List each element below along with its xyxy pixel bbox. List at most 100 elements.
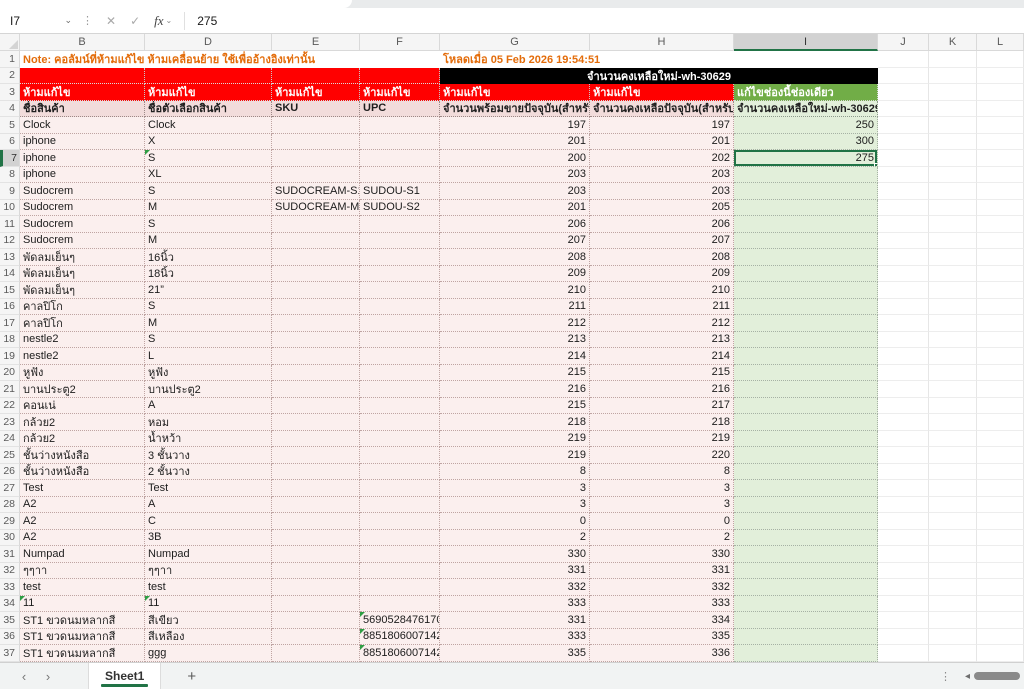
cell-G22[interactable]: 215 — [440, 398, 590, 415]
cell-H8[interactable]: 203 — [590, 167, 734, 184]
cell-H26[interactable]: 8 — [590, 464, 734, 481]
cell-J26[interactable] — [878, 464, 929, 481]
cell-L11[interactable] — [977, 216, 1024, 233]
cell-D33[interactable]: test — [145, 579, 272, 596]
row-header-17[interactable]: 17 — [0, 315, 20, 332]
row-header-32[interactable]: 32 — [0, 563, 20, 580]
cell-B2[interactable] — [20, 68, 145, 85]
cell-L1[interactable] — [977, 51, 1024, 68]
cell-I6[interactable]: 300 — [734, 134, 878, 151]
cell-G35[interactable]: 331 — [440, 612, 590, 629]
cell-B20[interactable]: หูฟัง — [20, 365, 145, 382]
cell-K30[interactable] — [929, 530, 977, 547]
cell-G33[interactable]: 332 — [440, 579, 590, 596]
cell-K26[interactable] — [929, 464, 977, 481]
cell-J22[interactable] — [878, 398, 929, 415]
cell-L21[interactable] — [977, 381, 1024, 398]
cell-I14[interactable] — [734, 266, 878, 283]
cell-E23[interactable] — [272, 414, 360, 431]
cell-B18[interactable]: nestle2 — [20, 332, 145, 349]
cell-L36[interactable] — [977, 629, 1024, 646]
cell-K16[interactable] — [929, 299, 977, 316]
cell-G10[interactable]: 201 — [440, 200, 590, 217]
cell-F14[interactable] — [360, 266, 440, 283]
cell-G26[interactable]: 8 — [440, 464, 590, 481]
cell-D6[interactable]: X — [145, 134, 272, 151]
cell-B32[interactable]: ๆๆาา — [20, 563, 145, 580]
cell-D17[interactable]: M — [145, 315, 272, 332]
cell-G28[interactable]: 3 — [440, 497, 590, 514]
cell-F36[interactable]: 8851806007142 — [360, 629, 440, 646]
cell-J37[interactable] — [878, 645, 929, 662]
sheet-nav-right-icon[interactable]: › — [36, 669, 60, 684]
cell-B30[interactable]: A2 — [20, 530, 145, 547]
row-header-15[interactable]: 15 — [0, 282, 20, 299]
cell-J34[interactable] — [878, 596, 929, 613]
cell-G11[interactable]: 206 — [440, 216, 590, 233]
row-header-35[interactable]: 35 — [0, 612, 20, 629]
cell-L2[interactable] — [977, 68, 1024, 85]
cell-D3[interactable]: ห้ามแก้ไข — [145, 84, 272, 101]
cell-G14[interactable]: 209 — [440, 266, 590, 283]
cell-G6[interactable]: 201 — [440, 134, 590, 151]
cell-H35[interactable]: 334 — [590, 612, 734, 629]
cell-L13[interactable] — [977, 249, 1024, 266]
cell-B15[interactable]: พัดลมเย็นๆ — [20, 282, 145, 299]
cell-L23[interactable] — [977, 414, 1024, 431]
cell-E34[interactable] — [272, 596, 360, 613]
cell-F13[interactable] — [360, 249, 440, 266]
cell-H32[interactable]: 331 — [590, 563, 734, 580]
row-header-36[interactable]: 36 — [0, 629, 20, 646]
cell-H33[interactable]: 332 — [590, 579, 734, 596]
cell-D21[interactable]: บานประตู2 — [145, 381, 272, 398]
row-header-24[interactable]: 24 — [0, 431, 20, 448]
cell-I16[interactable] — [734, 299, 878, 316]
cell-E19[interactable] — [272, 348, 360, 365]
cell-E15[interactable] — [272, 282, 360, 299]
cell-H15[interactable]: 210 — [590, 282, 734, 299]
cell-K37[interactable] — [929, 645, 977, 662]
cell-L17[interactable] — [977, 315, 1024, 332]
cell-K4[interactable] — [929, 101, 977, 118]
cell-D5[interactable]: Clock — [145, 117, 272, 134]
cell-K17[interactable] — [929, 315, 977, 332]
cell-F20[interactable] — [360, 365, 440, 382]
cell-G8[interactable]: 203 — [440, 167, 590, 184]
cell-I30[interactable] — [734, 530, 878, 547]
cell-D12[interactable]: M — [145, 233, 272, 250]
cell-J20[interactable] — [878, 365, 929, 382]
cell-E22[interactable] — [272, 398, 360, 415]
cell-F21[interactable] — [360, 381, 440, 398]
cell-E21[interactable] — [272, 381, 360, 398]
cell-E20[interactable] — [272, 365, 360, 382]
column-header-J[interactable]: J — [878, 34, 929, 51]
cell-L25[interactable] — [977, 447, 1024, 464]
cell-F16[interactable] — [360, 299, 440, 316]
cell-E4[interactable]: SKU — [272, 101, 360, 118]
cell-H24[interactable]: 219 — [590, 431, 734, 448]
cell-F34[interactable] — [360, 596, 440, 613]
cell-E33[interactable] — [272, 579, 360, 596]
cell-B34[interactable]: 11 — [20, 596, 145, 613]
cell-H25[interactable]: 220 — [590, 447, 734, 464]
cell-I3[interactable]: แก้ไขช่องนี้ช่องเดียว — [734, 84, 878, 101]
cell-E27[interactable] — [272, 480, 360, 497]
cell-J17[interactable] — [878, 315, 929, 332]
cell-D9[interactable]: S — [145, 183, 272, 200]
cell-L3[interactable] — [977, 84, 1024, 101]
cell-H29[interactable]: 0 — [590, 513, 734, 530]
cell-F28[interactable] — [360, 497, 440, 514]
row-header-34[interactable]: 34 — [0, 596, 20, 613]
cell-E9[interactable]: SUDOCREAM-S1 — [272, 183, 360, 200]
cell-H16[interactable]: 211 — [590, 299, 734, 316]
cell-J25[interactable] — [878, 447, 929, 464]
row-header-6[interactable]: 6 — [0, 134, 20, 151]
cell-B23[interactable]: กล้วย2 — [20, 414, 145, 431]
cell-K2[interactable] — [929, 68, 977, 85]
column-header-L[interactable]: L — [977, 34, 1024, 51]
cell-B27[interactable]: Test — [20, 480, 145, 497]
cell-B21[interactable]: บานประตู2 — [20, 381, 145, 398]
cell-D26[interactable]: 2 ชั้นวาง — [145, 464, 272, 481]
column-header-F[interactable]: F — [360, 34, 440, 51]
scrollbar-dots-icon[interactable]: ⋮ — [940, 670, 965, 683]
